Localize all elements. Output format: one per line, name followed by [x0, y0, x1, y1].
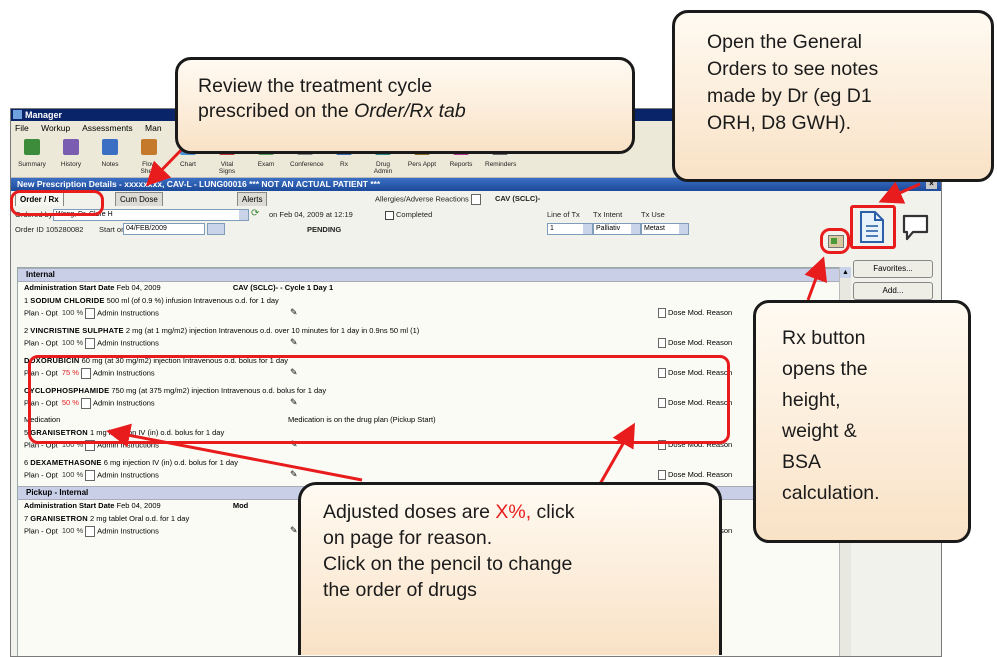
callout-text: made by Dr (eg D1 [707, 85, 872, 107]
arrow-to-general-orders [878, 181, 921, 204]
callout-review-cycle: Review the treatment cycle prescribed on… [175, 57, 635, 154]
callout-text: Adjusted doses are X%, click [323, 501, 575, 523]
callout-text: height, [782, 389, 841, 411]
callout-text: Open the General [707, 31, 863, 53]
callout-text: weight & [782, 420, 857, 442]
arrow-to-page [598, 422, 635, 485]
callout-rx-button: Rx button opens the height, weight & BSA… [753, 300, 971, 543]
callout-text: ORH, D8 GWH). [707, 112, 852, 134]
callout-text: Click on the pencil to change [323, 553, 573, 575]
callout-text: BSA [782, 451, 822, 473]
arrow-to-rx [804, 256, 828, 301]
callout-text: the order of drugs [323, 579, 477, 601]
callout-text: opens the [782, 358, 868, 380]
callout-adjusted-doses: Adjusted doses are X%, click on page for… [298, 482, 722, 655]
callout-text: Review the treatment cycle [198, 75, 433, 97]
arrow-to-pct [106, 423, 363, 482]
callout-text: Orders to see notes [707, 58, 879, 80]
callout-text: Rx button [782, 327, 866, 349]
callout-general-orders: Open the General Orders to see notes mad… [672, 10, 994, 182]
callout-text: on page for reason. [323, 527, 493, 549]
callout-text: calculation. [782, 482, 880, 504]
callout-text: prescribed on the Order/Rx tab [198, 100, 466, 122]
